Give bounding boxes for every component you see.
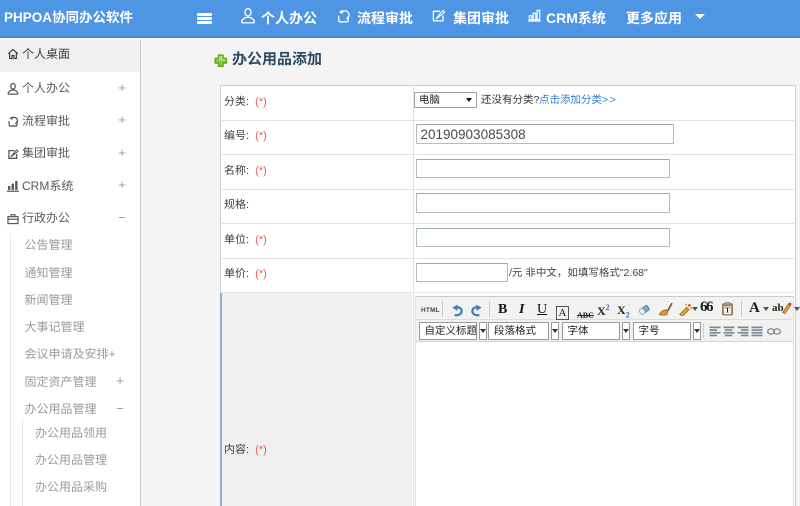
svg-text:T: T	[725, 306, 730, 315]
